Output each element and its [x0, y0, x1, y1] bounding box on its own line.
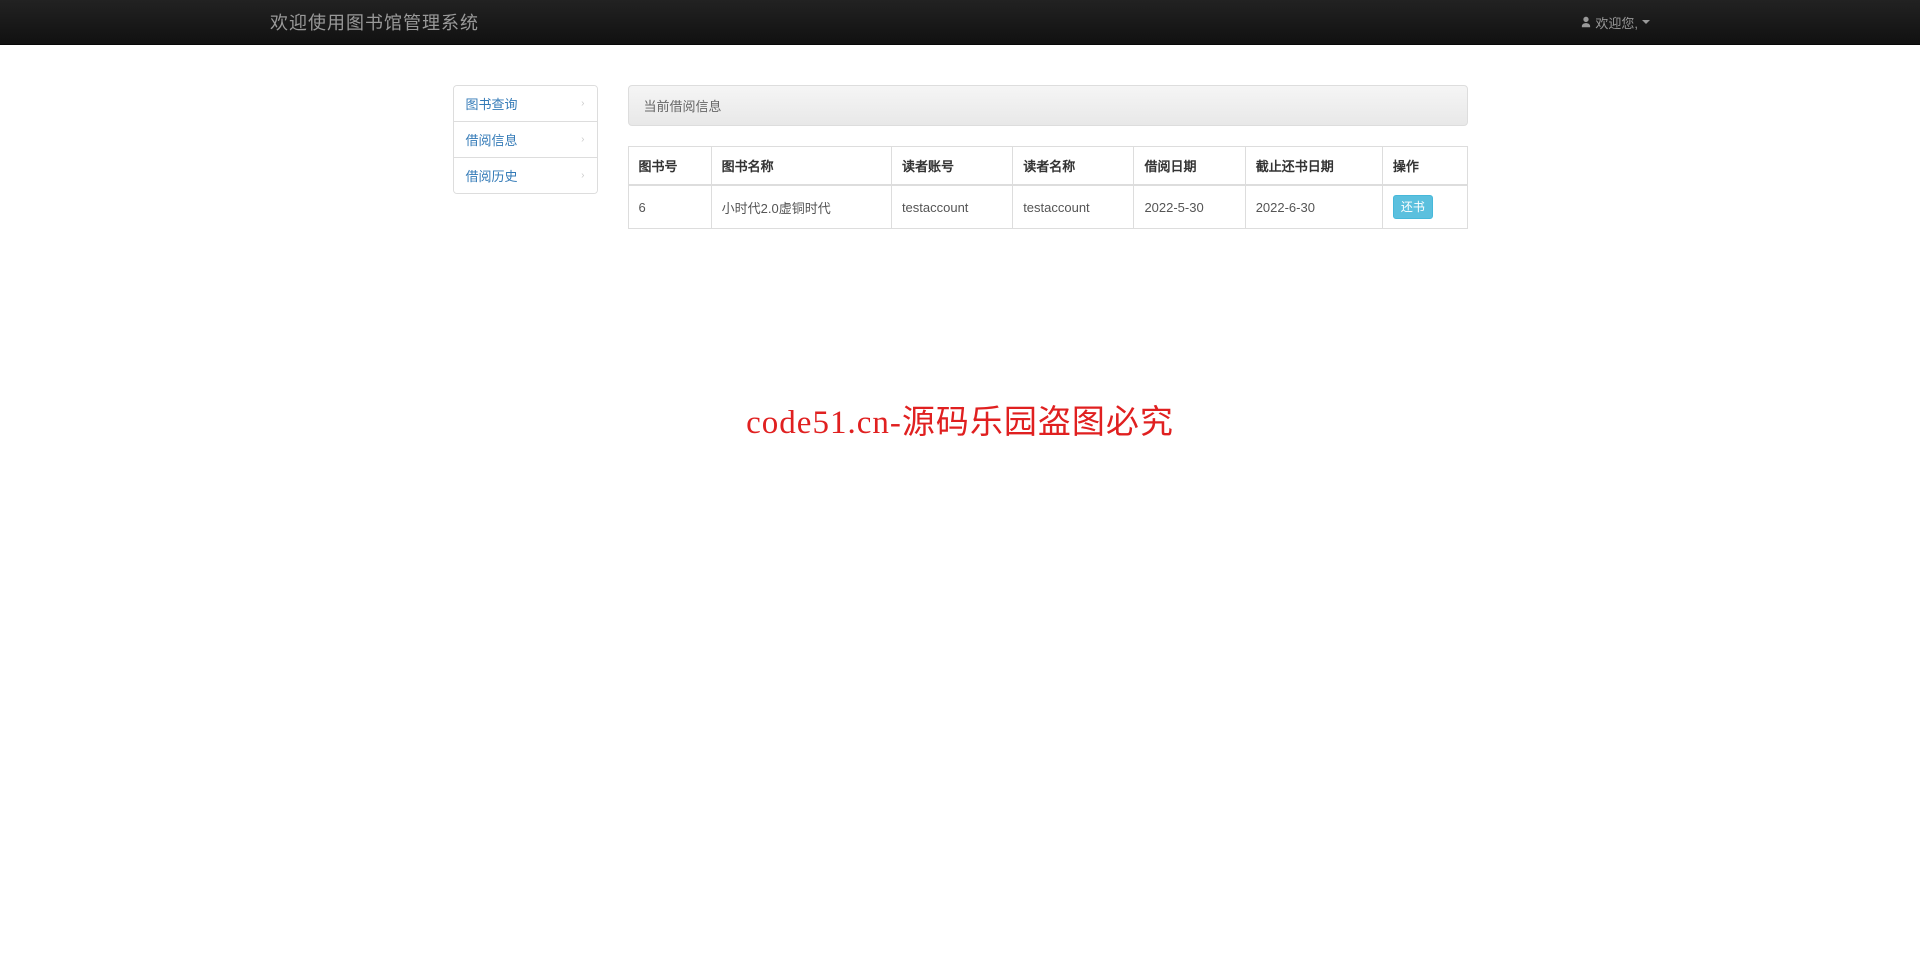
borrow-table: 图书号 图书名称 读者账号 读者名称 借阅日期 截止还书日期 操作 6 小时代2…	[628, 146, 1468, 229]
th-reader-account: 读者账号	[891, 147, 1012, 186]
app-title: 欢迎使用图书馆管理系统	[270, 9, 479, 35]
th-borrow-date: 借阅日期	[1134, 147, 1245, 186]
th-book-name: 图书名称	[711, 147, 891, 186]
cell-reader-name: testaccount	[1013, 185, 1134, 229]
chevron-right-icon: ›	[581, 98, 584, 109]
th-due-date: 截止还书日期	[1245, 147, 1382, 186]
cell-action: 还书	[1382, 185, 1467, 229]
user-icon	[1580, 16, 1592, 28]
cell-borrow-date: 2022-5-30	[1134, 185, 1245, 229]
user-dropdown[interactable]: 欢迎您,	[1580, 13, 1650, 32]
watermark-text: code51.cn-源码乐园盗图必究	[746, 395, 1174, 443]
cell-reader-account: testaccount	[891, 185, 1012, 229]
caret-down-icon	[1642, 20, 1650, 24]
cell-book-id: 6	[628, 185, 711, 229]
sidebar-item-label: 图书查询	[466, 94, 518, 113]
return-book-button[interactable]: 还书	[1393, 195, 1433, 219]
chevron-right-icon: ›	[581, 134, 584, 145]
chevron-right-icon: ›	[581, 170, 584, 181]
sidebar-list: 图书查询 › 借阅信息 › 借阅历史 ›	[453, 85, 598, 194]
cell-book-name: 小时代2.0虚铜时代	[711, 185, 891, 229]
navbar: 欢迎使用图书馆管理系统 欢迎您,	[0, 0, 1920, 45]
sidebar: 图书查询 › 借阅信息 › 借阅历史 ›	[453, 85, 598, 229]
table-row: 6 小时代2.0虚铜时代 testaccount testaccount 202…	[628, 185, 1467, 229]
sidebar-item-label: 借阅信息	[466, 130, 518, 149]
table-header-row: 图书号 图书名称 读者账号 读者名称 借阅日期 截止还书日期 操作	[628, 147, 1467, 186]
th-action: 操作	[1382, 147, 1467, 186]
sidebar-item-label: 借阅历史	[466, 166, 518, 185]
cell-due-date: 2022-6-30	[1245, 185, 1382, 229]
sidebar-item-borrow-info[interactable]: 借阅信息 ›	[454, 122, 597, 158]
th-reader-name: 读者名称	[1013, 147, 1134, 186]
sidebar-item-borrow-history[interactable]: 借阅历史 ›	[454, 158, 597, 193]
th-book-id: 图书号	[628, 147, 711, 186]
panel-title: 当前借阅信息	[628, 85, 1468, 126]
welcome-text: 欢迎您,	[1595, 13, 1638, 32]
main-container: 图书查询 › 借阅信息 › 借阅历史 › 当前借阅信息 图书号 图书名称 读者账…	[453, 85, 1468, 229]
main-content: 当前借阅信息 图书号 图书名称 读者账号 读者名称 借阅日期 截止还书日期 操作…	[628, 85, 1468, 229]
sidebar-item-book-search[interactable]: 图书查询 ›	[454, 86, 597, 122]
